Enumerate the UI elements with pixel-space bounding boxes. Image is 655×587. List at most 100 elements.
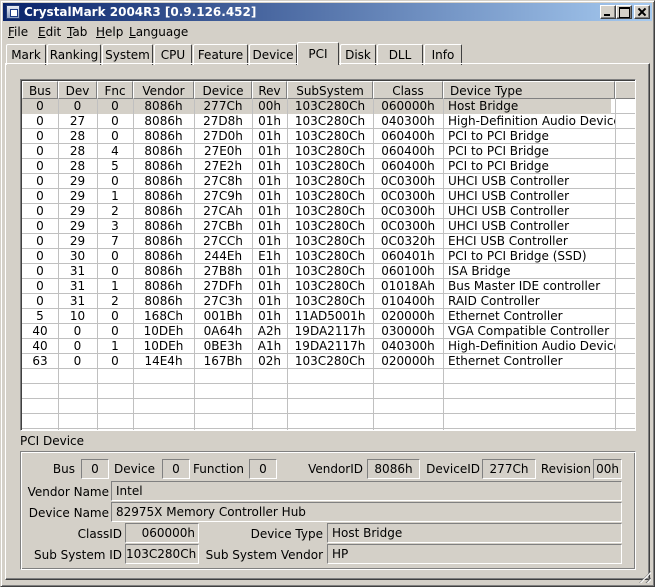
table-row[interactable]: 63 0 0 14E4h 167Bh 02h 103C280Ch 020000h Etherne… [22, 354, 611, 369]
table-row[interactable]: 0 29 1 8086h 27C9h 01h 103C280Ch 0C0300h UHCI US… [22, 189, 611, 204]
cell-device: 27D8h [203, 114, 243, 128]
cell-rev: 01h [258, 189, 281, 203]
cell-device: 27D0h [203, 129, 243, 143]
minimize-button[interactable] [600, 5, 616, 19]
cell-subsystem: 11AD5001h [294, 309, 366, 323]
cell-rev: 01h [258, 129, 281, 143]
cell-vendor: 14E4h [144, 354, 183, 368]
tab-disk[interactable]: Disk [340, 44, 376, 65]
cell-subsystem: 103C280Ch [294, 159, 366, 173]
tab-feature[interactable]: Feature [193, 44, 248, 65]
column-header-device[interactable]: Device [194, 81, 252, 99]
close-button[interactable] [634, 5, 650, 19]
app-icon[interactable] [6, 5, 20, 19]
column-header-rev[interactable]: Rev [252, 81, 287, 99]
cell-fnc: 0 [111, 249, 119, 263]
column-header-bus[interactable]: Bus [22, 81, 58, 99]
column-header-fnc[interactable]: Fnc [97, 81, 133, 99]
tab-cpu[interactable]: CPU [154, 44, 192, 65]
cell-rev: 02h [258, 354, 281, 368]
column-header-vendor[interactable]: Vendor [133, 81, 194, 99]
tab-info[interactable]: Info [424, 44, 462, 65]
tab-dll[interactable]: DLL [377, 44, 423, 65]
cell-device: 0BE3h [203, 339, 243, 353]
cell-bus: 0 [36, 264, 44, 278]
table-row[interactable]: 0 29 2 8086h 27CAh 01h 103C280Ch 0C0300h UHCI US… [22, 204, 611, 219]
cell-vendor: 8086h [144, 114, 183, 128]
cell-subsystem: 103C280Ch [294, 279, 366, 293]
bus-value: 0 [81, 459, 109, 479]
bus-label: Bus [52, 462, 75, 476]
table-row[interactable]: 0 28 0 8086h 27D0h 01h 103C280Ch 060400h PCI to … [22, 129, 611, 144]
window-title: CrystalMark 2004R3 [0.9.126.452] [24, 5, 257, 19]
title-bar[interactable]: CrystalMark 2004R3 [0.9.126.452] [3, 3, 652, 21]
cell-vendor: 8086h [144, 279, 183, 293]
cell-dev: 31 [69, 294, 86, 308]
class-id-label: ClassID [77, 527, 122, 541]
cell-device-type: UHCI USB Controller [448, 204, 570, 218]
tab-pci[interactable]: PCI [297, 42, 339, 65]
cell-subsystem: 103C280Ch [294, 144, 366, 158]
cell-bus: 0 [36, 129, 44, 143]
cell-dev: 28 [69, 144, 86, 158]
cell-fnc: 0 [111, 354, 119, 368]
column-header-subsystem[interactable]: SubSystem [287, 81, 373, 99]
cell-device: 27B8h [203, 264, 243, 278]
tab-mark[interactable]: Mark [6, 44, 46, 65]
column-header-dev[interactable]: Dev [58, 81, 97, 99]
cell-class: 030000h [381, 324, 435, 338]
cell-device: 001Bh [203, 309, 243, 323]
sub-system-vendor-value: HP [327, 544, 622, 564]
cell-fnc: 0 [111, 264, 119, 278]
pci-device-list[interactable]: Bus Dev Fnc Vendor Device Rev SubSystem … [20, 79, 636, 431]
table-row[interactable]: 0 29 0 8086h 27C8h 01h 103C280Ch 0C0300h UHCI US… [22, 174, 611, 189]
cell-bus: 5 [36, 309, 44, 323]
cell-device-type: Host Bridge [448, 99, 519, 113]
menu-tab[interactable]: Tab [67, 25, 87, 39]
table-row[interactable]: 0 27 0 8086h 27D8h 01h 103C280Ch 040300h High-De… [22, 114, 615, 129]
device-type-value: Host Bridge [327, 523, 622, 543]
table-row[interactable]: 0 29 7 8086h 27CCh 01h 103C280Ch 0C0320h EHCI US… [22, 234, 611, 249]
cell-dev: 31 [69, 264, 86, 278]
cell-vendor: 8086h [144, 204, 183, 218]
table-row[interactable]: 0 31 2 8086h 27C3h 01h 103C280Ch 010400h RAID Co… [22, 294, 611, 309]
device-value: 0 [162, 459, 190, 479]
table-row[interactable]: 0 31 0 8086h 27B8h 01h 103C280Ch 060100h ISA Bri… [22, 264, 611, 279]
cell-dev: 28 [69, 159, 86, 173]
cell-class: 060100h [381, 264, 435, 278]
menu-edit[interactable]: Edit [38, 25, 61, 39]
table-row[interactable]: 0 29 3 8086h 27CBh 01h 103C280Ch 0C0300h UHCI US… [22, 219, 611, 234]
table-row[interactable]: 5 10 0 168Ch 001Bh 01h 11AD5001h 020000h Etherne… [22, 309, 611, 324]
column-header-class[interactable]: Class [373, 81, 443, 99]
table-row[interactable]: 0 28 4 8086h 27E0h 01h 103C280Ch 060400h PCI to … [22, 144, 611, 159]
cell-rev: 01h [258, 279, 281, 293]
table-row[interactable]: 0 30 0 8086h 244Eh E1h 103C280Ch 060401h PCI to … [22, 249, 611, 264]
table-row[interactable]: 0 28 5 8086h 27E2h 01h 103C280Ch 060400h PCI to … [22, 159, 611, 174]
menu-language[interactable]: Language [129, 25, 188, 39]
cell-class: 0C0320h [380, 234, 436, 248]
cell-rev: 01h [258, 294, 281, 308]
cell-class: 060000h [381, 99, 435, 113]
grid-line [443, 99, 444, 430]
cell-dev: 29 [69, 174, 86, 188]
grid-line [194, 99, 195, 430]
tab-device[interactable]: Device [249, 44, 297, 65]
tab-ranking[interactable]: Ranking [47, 44, 101, 65]
cell-bus: 0 [36, 219, 44, 233]
device-label: Device [113, 462, 155, 476]
table-row[interactable]: 40 0 0 10DEh 0A64h A2h 19DA2117h 030000h VGA Com… [22, 324, 611, 339]
menu-help[interactable]: Help [96, 25, 123, 39]
menu-file[interactable]: File [8, 25, 28, 39]
device-type-label: Device Type [250, 527, 323, 541]
cell-device-type: Ethernet Controller [448, 309, 563, 323]
maximize-button[interactable] [616, 5, 632, 19]
column-header-device-type[interactable]: Device Type [443, 81, 615, 99]
cell-bus: 40 [32, 339, 48, 353]
table-row[interactable]: 0 0 0 8086h 277Ch 00h 103C280Ch 060000h Host Bri… [22, 99, 611, 114]
tab-system[interactable]: System [102, 44, 153, 65]
cell-fnc: 1 [111, 279, 119, 293]
cell-fnc: 7 [111, 234, 119, 248]
table-row[interactable]: 40 0 1 10DEh 0BE3h A1h 19DA2117h 040300h High-De… [22, 339, 615, 354]
table-row[interactable]: 0 31 1 8086h 27DFh 01h 103C280Ch 01018Ah Bus Mas… [22, 279, 611, 294]
cell-class: 010400h [381, 294, 435, 308]
